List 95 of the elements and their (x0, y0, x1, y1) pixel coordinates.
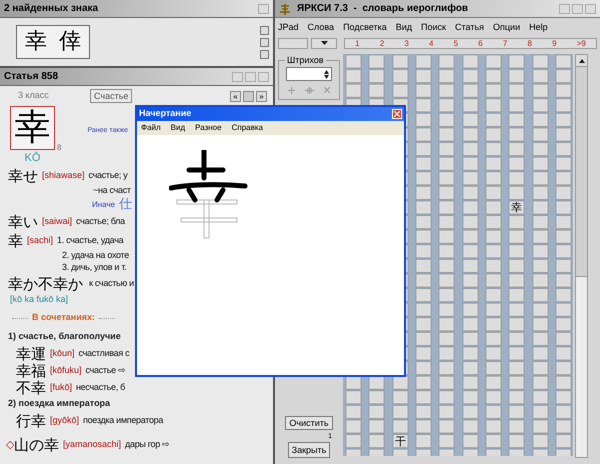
entry-meaning: счастливая с (78, 346, 130, 360)
romaji-reading: [kō ka fukō ka] (10, 293, 68, 306)
entry-word: 幸か不幸か (8, 276, 83, 292)
menu-item[interactable]: Разное (195, 122, 222, 134)
nav-center-icon[interactable] (243, 90, 254, 102)
menu-item[interactable]: Слова (308, 21, 334, 35)
entry-meaning: 2. удача на охоте (62, 249, 129, 262)
entry-meaning: поездка императора (83, 414, 164, 427)
entry-reading: [kōfuku] (50, 364, 82, 377)
meaning-button[interactable]: Счастье (90, 89, 132, 103)
menu-item[interactable]: JPad (278, 21, 299, 35)
entry-reading: [fukō] (50, 380, 72, 394)
window-control-icon[interactable] (232, 72, 243, 82)
window-control-icon[interactable] (585, 4, 596, 14)
group-heading: 1) счастье, благополучие (8, 330, 121, 344)
scrollbar[interactable] (575, 54, 588, 458)
compound-word: 不幸 (16, 380, 46, 396)
popup-title: Начертание (139, 107, 192, 120)
compound-word: 幸運 (16, 346, 46, 362)
panel-title: 2 найденных знака (4, 2, 98, 16)
stroke-count: 8 (57, 142, 62, 154)
scroll-up-icon[interactable] (578, 58, 584, 62)
stroke-number-tab[interactable]: 7 (502, 38, 508, 48)
stroke-number-tab[interactable]: >9 (576, 38, 586, 48)
entry-reading: [yamanosachi] (63, 438, 122, 452)
strokes-spinner[interactable] (286, 67, 332, 81)
menu-item[interactable]: Поиск (421, 21, 446, 35)
panel-title: Статья 858 (4, 70, 58, 84)
kanji-reading: KŌ (24, 150, 40, 166)
entry-reading: [shiawase] (42, 168, 85, 182)
scrollbar-thumb[interactable] (576, 67, 587, 277)
stroke-number-tab[interactable]: 3 (404, 38, 409, 48)
found-kanji[interactable]: 倖 (59, 28, 81, 56)
idiom-word: 山の幸 (14, 437, 59, 453)
entry-meaning: счастье; у (88, 168, 128, 182)
entry-word: 幸い (8, 214, 38, 230)
window-control-icon[interactable] (572, 4, 583, 14)
stroke-number-tab[interactable]: 1 (355, 38, 360, 48)
close-button[interactable]: Закрыть (288, 442, 330, 458)
idiom-mark: ◇ (6, 438, 14, 453)
kanji-box: 幸 (10, 106, 55, 150)
entry-word: 幸せ (8, 168, 38, 184)
nav-button[interactable]: « (230, 90, 241, 102)
window-control-icon[interactable] (245, 72, 256, 82)
entry-meaning: счастье ⇨ (86, 364, 126, 377)
entry-meaning: к счастью и (89, 276, 134, 290)
grade-label: 3 класс (17, 89, 50, 102)
entry-reading: [gyōkō] (50, 414, 80, 427)
grid-kanji[interactable]: 干 (393, 434, 408, 448)
entry-meaning: дары гор ⇨ (125, 438, 170, 452)
entry-reading: [sachi] (27, 234, 54, 247)
compound-word: 行幸 (16, 412, 46, 428)
nav-button[interactable]: » (256, 90, 267, 102)
stroke-number-tab[interactable]: 5 (454, 38, 458, 48)
entry-meaning: 1. счастье, удача (57, 234, 124, 247)
entry-word: 幸 (8, 232, 23, 248)
stroke-number-tab[interactable]: 9 (552, 38, 557, 48)
entry-meaning: 3. дичь, улов и т. (62, 261, 126, 274)
stroke-number-tab[interactable]: 2 (380, 38, 384, 48)
entry-reading: [kōun] (50, 346, 75, 360)
plus-icon[interactable] (288, 87, 295, 94)
menu-item[interactable]: Help (529, 21, 548, 35)
menu-item[interactable]: Вид (170, 122, 186, 134)
close-icon[interactable] (324, 87, 330, 93)
found-kanji[interactable]: 幸 (25, 28, 47, 56)
dropdown-button[interactable] (311, 38, 337, 48)
stroke-number-tab[interactable]: 4 (428, 38, 434, 48)
menu-item[interactable]: Статья (455, 21, 484, 35)
window-control-icon[interactable] (258, 72, 269, 82)
stroke-number-tab[interactable]: 8 (527, 38, 532, 48)
menu-item[interactable]: Файл (141, 122, 161, 134)
grid-kanji[interactable]: 幸 (509, 201, 524, 214)
input-field[interactable] (278, 38, 308, 48)
group-heading: 2) поездка императора (8, 397, 110, 410)
window-control-icon[interactable] (559, 4, 570, 14)
window-control-icon[interactable] (258, 4, 269, 14)
window-title: ЯРКСИ 7.3 - словарь иероглифов (297, 2, 468, 16)
strokes-label: Штрихов (285, 55, 326, 65)
menu-item[interactable]: Справка (232, 122, 263, 134)
stroke-number-tab[interactable]: 6 (478, 38, 483, 48)
entry-reading: [saiwai] (42, 214, 72, 228)
app-logo-icon (279, 2, 291, 14)
split-icon[interactable] (305, 87, 314, 94)
clear-button[interactable]: Очистить (285, 416, 333, 430)
entry-meaning: счастье; бла (76, 214, 125, 228)
menu-item[interactable]: Вид (396, 21, 412, 35)
entry-meaning: несчастье, б (76, 380, 125, 394)
menu-item[interactable]: Опции (493, 21, 520, 35)
entry-meaning: ~на счаст (93, 184, 131, 198)
alt-label: Иначе (92, 198, 116, 210)
section-heading: В сочетаниях: (32, 311, 96, 324)
spinner-arrows-icon (324, 70, 329, 78)
caret-icon (320, 41, 328, 45)
menu-item[interactable]: Подсветка (343, 21, 387, 35)
compound-word: 幸福 (16, 362, 46, 378)
